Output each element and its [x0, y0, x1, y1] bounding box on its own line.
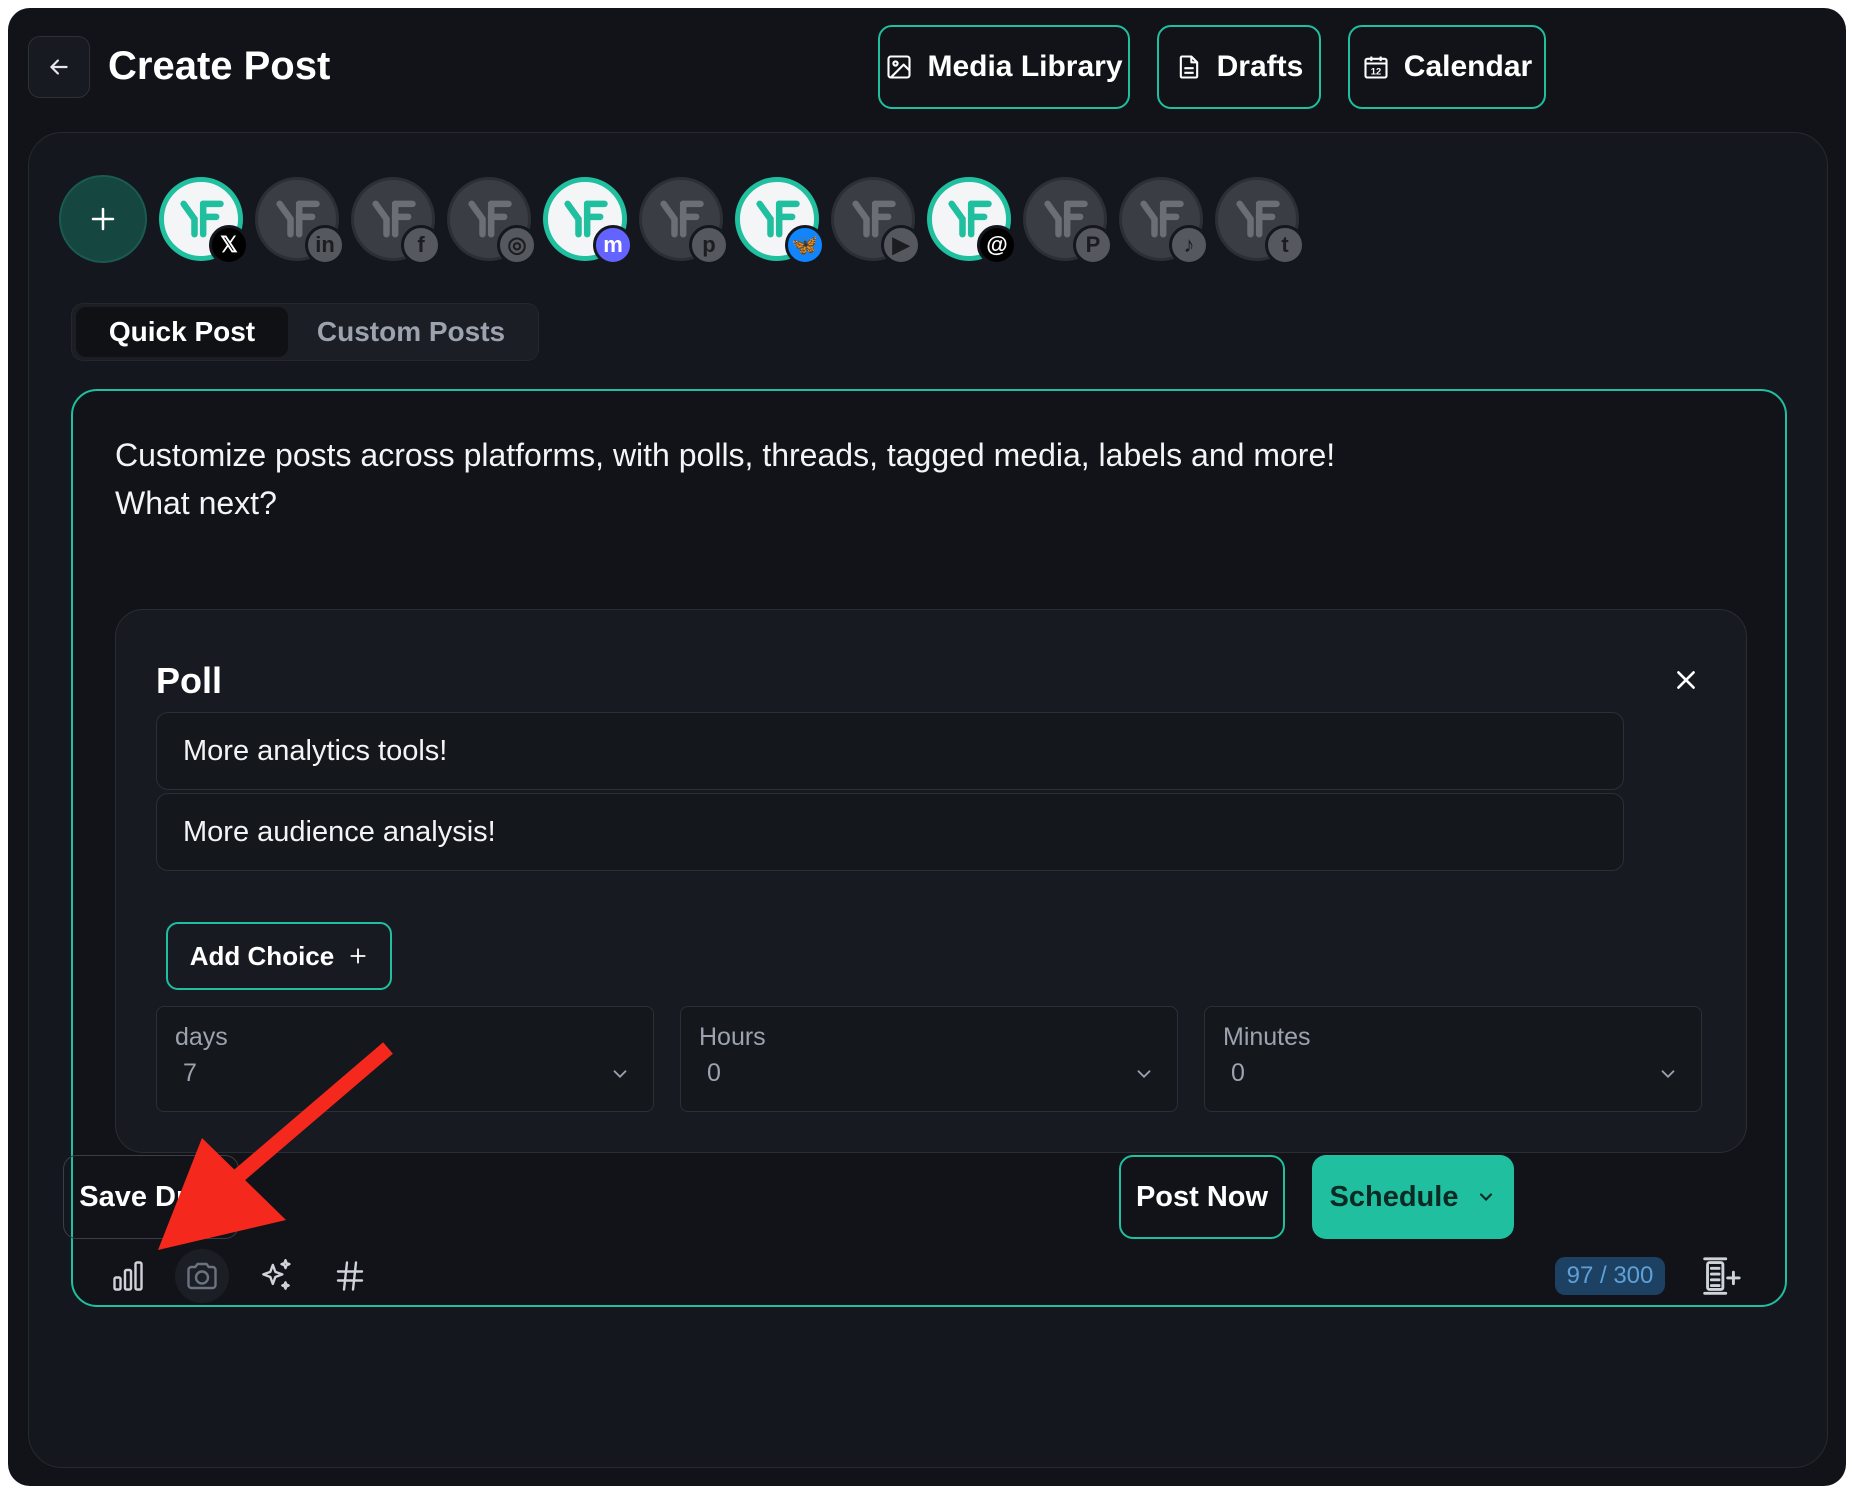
days-select-value: 7: [183, 1059, 197, 1087]
close-icon: [1677, 671, 1695, 689]
post-editor[interactable]: Customize posts across platforms, with p…: [71, 389, 1787, 1307]
tab-custom-posts[interactable]: Custom Posts: [288, 307, 534, 357]
image-icon: [887, 55, 912, 79]
days-select-label: days: [175, 1023, 228, 1051]
schedule-button[interactable]: Schedule: [1312, 1155, 1514, 1239]
instagram-icon: ◎: [497, 225, 537, 265]
add-choice-button[interactable]: Add Choice: [166, 922, 392, 990]
hashtag-button[interactable]: [323, 1249, 377, 1303]
post-text-line-1: Customize posts across platforms, with p…: [115, 437, 1336, 473]
poll-button[interactable]: [101, 1249, 155, 1303]
calendar-label: Calendar: [1403, 50, 1533, 83]
poll-card: Poll More analytics tools! More audience…: [115, 609, 1747, 1153]
pinterest-icon: p: [689, 225, 729, 265]
hashtag-icon: [336, 1261, 364, 1291]
add-account-button[interactable]: [59, 175, 147, 263]
minutes-select[interactable]: Minutes 0: [1204, 1006, 1702, 1112]
account-selector: 𝕏in f ◎ m p 🦋 ▶ @ P ♪ t: [59, 169, 1311, 269]
account-avatar-instagram[interactable]: ◎: [447, 177, 537, 265]
chevron-down-icon: [613, 1070, 627, 1079]
save-draft-button[interactable]: Save Draft: [63, 1155, 239, 1239]
add-choice-label: Add Choice: [189, 940, 335, 971]
account-avatar-bluesky[interactable]: 🦋: [735, 177, 825, 265]
hours-select-value: 0: [707, 1059, 721, 1087]
app-window: Create Post Media Library Drafts 12 Cale…: [8, 8, 1846, 1486]
hours-select[interactable]: Hours 0: [680, 1006, 1178, 1112]
poll-choice-input-2[interactable]: More audience analysis!: [156, 793, 1624, 871]
linkedin-icon: in: [305, 225, 345, 265]
account-avatar-list: 𝕏in f ◎ m p 🦋 ▶ @ P ♪ t: [159, 177, 1311, 265]
account-avatar-youtube[interactable]: ▶: [831, 177, 921, 265]
patreon-icon: P: [1073, 225, 1113, 265]
sparkles-icon: [262, 1258, 291, 1290]
poll-choice-text: More audience analysis!: [183, 815, 496, 848]
post-mode-tabs: Quick Post Custom Posts: [71, 303, 539, 361]
compose-panel: 𝕏in f ◎ m p 🦋 ▶ @ P ♪ t Quick Post Custom Posts Cu…: [28, 132, 1828, 1468]
calendar-button[interactable]: 12 Calendar: [1348, 25, 1546, 109]
account-avatar-facebook[interactable]: f: [351, 177, 441, 265]
svg-text:12: 12: [1371, 67, 1381, 77]
tab-quick-post[interactable]: Quick Post: [76, 307, 288, 357]
account-avatar-mastodon[interactable]: m: [543, 177, 633, 265]
minutes-select-value: 0: [1231, 1059, 1245, 1087]
ai-assist-button[interactable]: [249, 1249, 303, 1303]
account-avatar-patreon[interactable]: P: [1023, 177, 1113, 265]
account-avatar-threads[interactable]: @: [927, 177, 1017, 265]
page-title: Create Post: [108, 44, 331, 88]
account-avatar-x[interactable]: 𝕏: [159, 177, 249, 265]
mastodon-icon: m: [593, 225, 633, 265]
tumblr-icon: t: [1265, 225, 1305, 265]
threads-icon: @: [977, 225, 1017, 265]
poll-choice-input-1[interactable]: More analytics tools!: [156, 712, 1624, 790]
account-avatar-linkedin[interactable]: in: [255, 177, 345, 265]
poll-title: Poll: [156, 660, 223, 701]
plus-icon: [91, 207, 115, 231]
add-thread-icon[interactable]: [1697, 1251, 1743, 1301]
schedule-label: Schedule: [1329, 1180, 1459, 1213]
account-avatar-tumblr[interactable]: t: [1215, 177, 1305, 265]
hours-select-label: Hours: [699, 1023, 766, 1051]
poll-icon: [113, 1261, 143, 1291]
media-library-label: Media Library: [927, 50, 1123, 83]
plus-icon: [350, 948, 366, 964]
post-now-button[interactable]: Post Now: [1119, 1155, 1285, 1239]
x-logo-icon: 𝕏: [209, 225, 249, 265]
account-avatar-tiktok[interactable]: ♪: [1119, 177, 1209, 265]
chevron-down-icon: [1480, 1193, 1493, 1202]
poll-choice-text: More analytics tools!: [183, 734, 448, 767]
arrow-left-icon: [50, 59, 68, 75]
drafts-button[interactable]: Drafts: [1157, 25, 1321, 109]
bluesky-icon: 🦋: [785, 225, 825, 265]
poll-close-button[interactable]: [1666, 660, 1706, 700]
document-icon: [1179, 55, 1198, 79]
post-text-line-2: What next?: [115, 485, 277, 521]
days-select[interactable]: days 7: [156, 1006, 654, 1112]
add-media-button[interactable]: [175, 1249, 229, 1303]
back-button[interactable]: [28, 36, 90, 98]
drafts-label: Drafts: [1216, 50, 1304, 83]
calendar-icon: 12: [1364, 56, 1388, 79]
character-count: 97 / 300: [1555, 1257, 1665, 1295]
camera-icon: [187, 1262, 217, 1290]
minutes-select-label: Minutes: [1223, 1023, 1311, 1051]
chevron-down-icon: [1137, 1070, 1151, 1079]
youtube-icon: ▶: [881, 225, 921, 265]
facebook-icon: f: [401, 225, 441, 265]
media-library-button[interactable]: Media Library: [878, 25, 1130, 109]
tiktok-icon: ♪: [1169, 225, 1209, 265]
post-text-area[interactable]: Customize posts across platforms, with p…: [115, 431, 1615, 527]
account-avatar-pinterest[interactable]: p: [639, 177, 729, 265]
chevron-down-icon: [1661, 1070, 1675, 1079]
